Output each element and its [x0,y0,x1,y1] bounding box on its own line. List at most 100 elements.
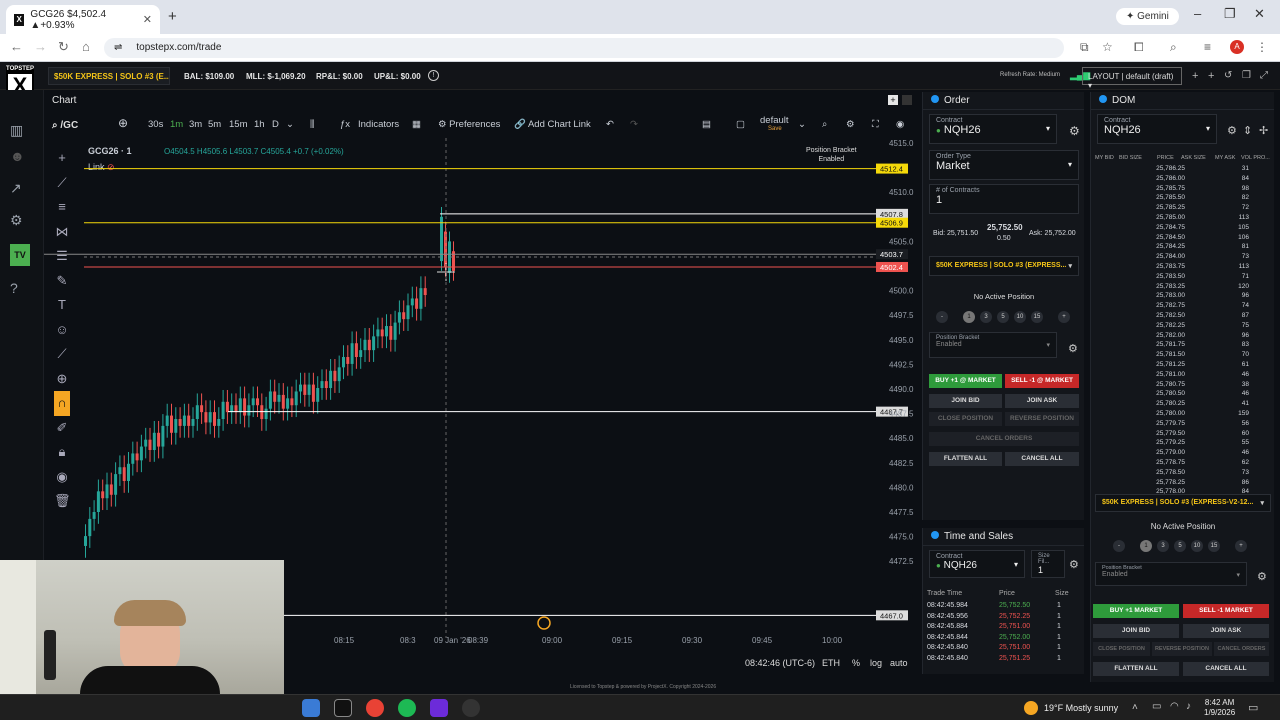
dom-row[interactable]: 25,780.75 38 [1091,381,1275,391]
url-field[interactable]: ⇌ topstepx.com/trade [104,38,1064,58]
info-icon[interactable]: ! [428,70,439,81]
undo-icon[interactable]: ↶ [606,119,614,130]
copilot-icon[interactable] [302,699,320,717]
obs-studio-icon[interactable] [462,699,480,717]
indicators-button[interactable]: Indicators [358,119,399,130]
order-settings-icon[interactable]: ⚙ [1069,124,1080,138]
tray-chevron-icon[interactable]: ˄ [1132,702,1138,713]
browser-tab[interactable]: X GCG26 $4,502.4 ▲+0.93% ✕ [6,5,160,34]
templates-icon[interactable]: ▦ [412,119,421,130]
new-tab-button[interactable]: + [168,8,177,25]
settings-gear-icon[interactable]: ⚙ [10,212,23,229]
order-account-select[interactable]: $50K EXPRESS | SOLO #3 (EXPRESS... ▾ [929,256,1079,276]
dom-row[interactable]: 25,779.50 60 [1091,430,1275,440]
join-bid-button[interactable]: JOIN BID [929,394,1002,408]
dom-qty-5[interactable]: 5 [1174,540,1186,552]
chart-settings-icon[interactable]: ⚙ [846,119,855,130]
dom-recenter-icon[interactable]: ⇕ [1243,124,1252,137]
layout-dropdown-icon[interactable]: ⌄ [798,119,806,130]
help-icon[interactable]: ? [10,280,18,296]
auto-toggle[interactable]: auto [890,658,908,668]
browser-menu-icon[interactable]: ⋮ [1256,40,1268,54]
search-tabs-icon[interactable]: ⌕ [1170,40,1177,55]
tradingview-badge[interactable]: TV [10,244,30,266]
notifications-icon[interactable]: ▭ [1248,701,1258,714]
forward-icon[interactable]: → [34,39,47,54]
close-position-button[interactable]: CLOSE POSITION [929,412,1002,426]
dom-sell-button[interactable]: SELL -1 MARKET [1183,604,1269,618]
profile-avatar[interactable]: A [1230,40,1244,54]
dom-row[interactable]: 25,785.50 82 [1091,194,1275,204]
dom-qty-1[interactable]: 1 [1140,540,1152,552]
join-ask-button[interactable]: JOIN ASK [1005,394,1079,408]
cast-icon[interactable]: ⧉ [1080,40,1089,55]
popout-icon[interactable]: ❐ [1242,70,1251,81]
close-panel-icon[interactable] [902,95,912,105]
ts-link-icon[interactable] [931,531,939,539]
tray-clock[interactable]: 8:42 AM 1/9/2026 [1204,698,1235,718]
ts-size-filter[interactable]: Size Fil... 1 [1031,550,1065,578]
qty-3[interactable]: 3 [980,311,992,323]
indicators-icon[interactable]: ƒx [340,119,350,130]
dom-account-select[interactable]: $50K EXPRESS | SOLO #3 (EXPRESS-V2-12...… [1095,494,1271,512]
bookmark-star-icon[interactable]: ☆ [1102,40,1113,54]
dom-qty-10[interactable]: 10 [1191,540,1203,552]
tray-wifi-icon[interactable]: ◠ [1170,701,1179,712]
dom-row[interactable]: 25,784.50 106 [1091,234,1275,244]
dom-row[interactable]: 25,778.75 62 [1091,459,1275,469]
maximize-icon[interactable]: ❐ [1224,6,1236,22]
percent-toggle[interactable]: % [852,658,860,668]
group-icon[interactable]: ☻ [10,148,25,164]
dom-row[interactable]: 25,782.00 96 [1091,332,1275,342]
quick-search-icon[interactable]: ⌕ [822,119,827,130]
account-selector[interactable]: $50K EXPRESS | SOLO #3 (E... ▾ [48,67,170,85]
dom-row[interactable]: 25,780.00 159 [1091,410,1275,420]
select-layout-icon[interactable]: ▢ [736,119,745,130]
dom-row[interactable]: 25,782.75 74 [1091,302,1275,312]
interval-dropdown-icon[interactable]: ⌄ [286,119,294,130]
dom-qty-plus[interactable]: + [1235,540,1247,552]
interval-d[interactable]: D [272,119,279,130]
add-chart-link-button[interactable]: 🔗 Add Chart Link [514,119,591,130]
dom-join-ask-button[interactable]: JOIN ASK [1183,624,1269,638]
preferences-button[interactable]: ⚙ Preferences [438,119,500,130]
reading-list-icon[interactable]: ≡ [1204,40,1211,54]
dom-row[interactable]: 25,785.00 113 [1091,214,1275,224]
ts-contract-select[interactable]: Contract ● NQH26 ▾ [929,550,1025,578]
flatten-all-button[interactable]: FLATTEN ALL [929,452,1002,466]
sell-market-button[interactable]: SELL -1 @ MARKET [1005,374,1079,388]
dom-buy-button[interactable]: BUY +1 MARKET [1093,604,1179,618]
chart-layout-name[interactable]: default [760,115,789,126]
extensions-icon[interactable]: ⧠ [1134,40,1144,55]
interval-5m[interactable]: 5m [208,119,221,130]
dom-row[interactable]: 25,783.25 120 [1091,283,1275,293]
dom-row[interactable]: 25,783.75 113 [1091,263,1275,273]
dom-qty-15[interactable]: 15 [1208,540,1220,552]
dom-contract-select[interactable]: Contract NQH26 ▾ [1097,114,1217,144]
qty-plus[interactable]: + [1058,311,1070,323]
dom-row[interactable]: 25,781.00 46 [1091,371,1275,381]
dom-row[interactable]: 25,780.50 46 [1091,390,1275,400]
dom-row[interactable]: 25,782.25 75 [1091,322,1275,332]
dom-row[interactable]: 25,781.75 83 [1091,341,1275,351]
home-icon[interactable]: ⌂ [82,39,90,54]
dom-row[interactable]: 25,784.75 105 [1091,224,1275,234]
reload-icon[interactable]: ↻ [58,39,69,55]
log-toggle[interactable]: log [870,658,882,668]
dom-row[interactable]: 25,785.75 98 [1091,185,1275,195]
dom-row[interactable]: 25,783.00 96 [1091,292,1275,302]
dom-close-position-button[interactable]: CLOSE POSITION [1093,642,1150,656]
qty-15[interactable]: 15 [1031,311,1043,323]
obs-icon[interactable] [430,699,448,717]
interval-3m[interactable]: 3m [189,119,202,130]
fullscreen-icon[interactable]: ⤢ [1260,70,1268,81]
qty-10[interactable]: 10 [1014,311,1026,323]
dom-row[interactable]: 25,779.75 56 [1091,420,1275,430]
add-symbol-icon[interactable]: ⊕ [118,116,128,130]
dom-link-icon[interactable] [1099,95,1107,103]
chrome-icon[interactable] [366,699,384,717]
dom-row[interactable]: 25,786.25 31 [1091,165,1275,175]
dom-row[interactable]: 25,786.00 84 [1091,175,1275,185]
dom-flatten-all-button[interactable]: FLATTEN ALL [1093,662,1179,676]
dom-cancel-all-button[interactable]: CANCEL ALL [1183,662,1269,676]
